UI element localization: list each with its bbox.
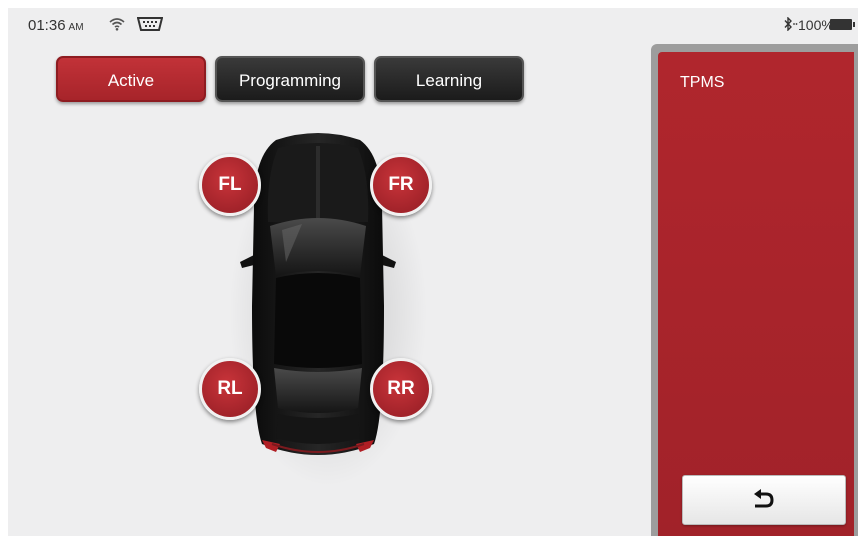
tire-rear-left[interactable]: RL [199,358,261,420]
tire-rear-right[interactable]: RR [370,358,432,420]
bluetooth-icon [784,17,798,31]
tire-front-left[interactable]: FL [199,154,261,216]
tab-learning[interactable]: Learning [374,56,524,102]
screen: 01:36 AM 100% Active Programming Learning [8,8,858,536]
side-panel [651,44,858,536]
status-bar: 01:36 AM 100% [8,8,858,40]
wifi-icon [109,18,125,31]
battery-full-icon [830,19,855,30]
side-panel-content [658,52,854,536]
vci-connector-icon [137,17,163,31]
back-button[interactable] [682,475,846,525]
panel-title: TPMS [680,74,725,91]
back-arrow-icon [754,489,774,508]
tire-front-right[interactable]: FR [370,154,432,216]
battery-percentage: 100% [798,17,834,33]
tab-active[interactable]: Active [56,56,206,102]
tab-programming[interactable]: Programming [215,56,365,102]
status-time: 01:36 AM [28,17,84,34]
